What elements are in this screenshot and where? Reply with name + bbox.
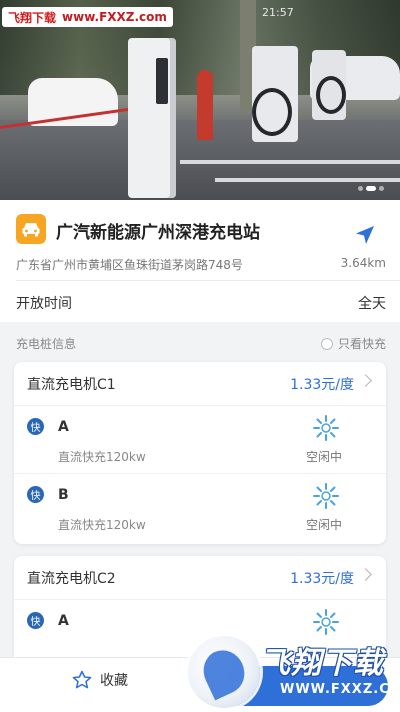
station-distance: 3.64km (340, 256, 386, 270)
carousel-dot[interactable] (358, 186, 363, 191)
fast-charge-badge: 快 (27, 612, 44, 629)
charging-gun-row[interactable]: 快 B 直流快充120kw 空闲中 (14, 474, 386, 542)
status-time: 21:57 (262, 6, 294, 19)
favorite-label: 收藏 (100, 673, 128, 689)
carousel-dot-active[interactable] (366, 186, 376, 191)
carousel-indicator (358, 186, 384, 191)
pile-price: 1.33元/度 (290, 377, 354, 393)
gun-name: A (58, 613, 69, 629)
photo-cable (252, 88, 292, 136)
gun-status: 空闲中 (306, 518, 343, 532)
star-outline-icon (72, 670, 92, 689)
fast-charge-badge: 快 (27, 486, 44, 503)
photo-parking-line (180, 160, 400, 164)
opening-hours-label: 开放时间 (16, 296, 72, 312)
fast-charge-only-toggle[interactable]: 只看快充 (320, 335, 386, 352)
idle-status-icon (313, 415, 339, 441)
opening-hours-value: 全天 (358, 296, 386, 312)
station-address: 广东省广州市黄埔区鱼珠街道茅岗路748号 (16, 258, 243, 272)
piles-section-title: 充电桩信息 (16, 337, 77, 351)
navigate-arrow-icon[interactable] (354, 224, 376, 246)
photo-car (28, 78, 118, 126)
watermark-cn: 飞翔下载 (8, 10, 57, 25)
bottom-action-bar: 收藏 (0, 657, 400, 712)
gun-description: 直流快充120kw (58, 518, 146, 532)
pile-card-header[interactable]: 直流充电机C1 1.33元/度 (14, 362, 386, 406)
pile-price: 1.33元/度 (290, 571, 354, 587)
watermark-banner: 飞翔下载 www.FXXZ.com (2, 7, 173, 27)
gun-description: 直流快充120kw (58, 450, 146, 464)
gun-status: 空闲中 (306, 450, 343, 464)
chevron-right-icon (359, 374, 372, 387)
fast-charge-badge: 快 (27, 418, 44, 435)
pile-name: 直流充电机C1 (27, 377, 116, 393)
watermark-url: www.FXXZ.com (62, 10, 167, 24)
photo-charger-screen (156, 58, 168, 104)
start-navigation-button[interactable] (212, 666, 388, 706)
pile-card: 直流充电机C2 1.33元/度 快 A (14, 556, 386, 666)
gun-name: A (58, 419, 69, 435)
charging-gun-row[interactable]: 快 A 直流快充120kw 空闲中 (14, 406, 386, 474)
photo-parking-line (215, 178, 400, 182)
favorite-button[interactable]: 收藏 (72, 670, 128, 690)
photo-cable (316, 76, 346, 114)
car-icon (16, 214, 46, 244)
gun-name: B (58, 487, 69, 503)
station-name: 广汽新能源广州深港充电站 (56, 223, 260, 243)
chevron-right-icon (359, 568, 372, 581)
radio-icon[interactable] (320, 337, 333, 350)
idle-status-icon (313, 483, 339, 509)
pile-name: 直流充电机C2 (27, 571, 116, 587)
fast-charge-only-label: 只看快充 (337, 337, 386, 351)
carousel-dot[interactable] (379, 186, 384, 191)
photo-person (197, 70, 213, 140)
photo-charger (128, 38, 176, 198)
idle-status-icon (313, 609, 339, 635)
pile-card: 直流充电机C1 1.33元/度 快 A 直流快充120kw 空闲中 快 B 直流… (14, 362, 386, 544)
divider (16, 280, 400, 281)
station-photo[interactable] (0, 0, 400, 200)
pile-card-header[interactable]: 直流充电机C2 1.33元/度 (14, 556, 386, 600)
